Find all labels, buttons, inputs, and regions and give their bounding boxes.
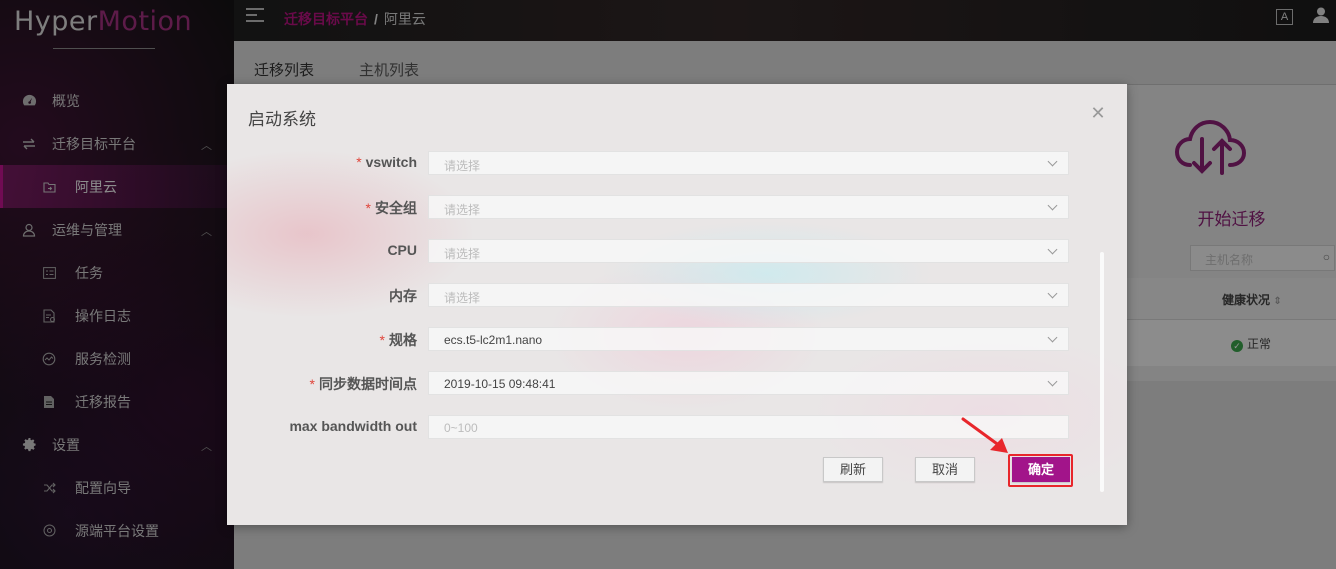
security-group-select[interactable]: 请选择 (428, 195, 1069, 219)
chevron-down-icon (1047, 288, 1058, 299)
dialog-scrollbar[interactable] (1100, 252, 1104, 492)
field-sync-time: * 同步数据时间点 2019-10-15 09:48:41 (227, 371, 1127, 397)
chevron-down-icon (1047, 244, 1058, 255)
annotation-arrow-icon (960, 416, 1012, 459)
cancel-button[interactable]: 取消 (915, 457, 975, 482)
confirm-highlight-box (1008, 454, 1073, 487)
sync-time-select[interactable]: 2019-10-15 09:48:41 (428, 371, 1069, 395)
dialog-title: 启动系统 (248, 110, 316, 129)
chevron-down-icon (1047, 376, 1058, 387)
field-label: 内存 (389, 288, 417, 304)
required-mark: * (379, 332, 385, 348)
cpu-select[interactable]: 请选择 (428, 239, 1069, 263)
field-label: * 规格 (379, 332, 417, 348)
select-value: 2019-10-15 09:48:41 (444, 377, 556, 391)
select-placeholder: 请选择 (444, 203, 481, 217)
chevron-down-icon (1047, 156, 1058, 167)
select-placeholder: 请选择 (444, 247, 481, 261)
select-value: ecs.t5-lc2m1.nano (444, 333, 543, 347)
memory-select[interactable]: 请选择 (428, 283, 1069, 307)
field-label: * vswitch (356, 154, 417, 170)
chevron-down-icon (1047, 332, 1058, 343)
spec-select[interactable]: ecs.t5-lc2m1.nano (428, 327, 1069, 351)
field-cpu: CPU 请选择 (227, 239, 1127, 265)
field-label: * 同步数据时间点 (309, 376, 417, 392)
field-security-group: * 安全组 请选择 (227, 195, 1127, 221)
field-label: * 安全组 (365, 200, 417, 216)
close-icon[interactable]: ✕ (1089, 104, 1107, 122)
field-vswitch: * vswitch 请选择 (227, 151, 1127, 177)
required-mark: * (309, 376, 315, 392)
field-memory: 内存 请选择 (227, 283, 1127, 309)
field-spec: * 规格 ecs.t5-lc2m1.nano (227, 327, 1127, 353)
start-system-dialog: 启动系统 ✕ * vswitch 请选择 * 安全组 请选择 CPU 请选择 内存 … (227, 84, 1127, 525)
select-placeholder: 请选择 (444, 291, 481, 305)
required-mark: * (365, 200, 371, 216)
required-mark: * (356, 154, 362, 170)
chevron-down-icon (1047, 200, 1058, 211)
vswitch-select[interactable]: 请选择 (428, 151, 1069, 175)
refresh-button[interactable]: 刷新 (823, 457, 883, 482)
input-placeholder: 0~100 (444, 421, 478, 435)
field-label: max bandwidth out (289, 418, 417, 434)
select-placeholder: 请选择 (444, 159, 481, 173)
field-label: CPU (387, 242, 417, 258)
